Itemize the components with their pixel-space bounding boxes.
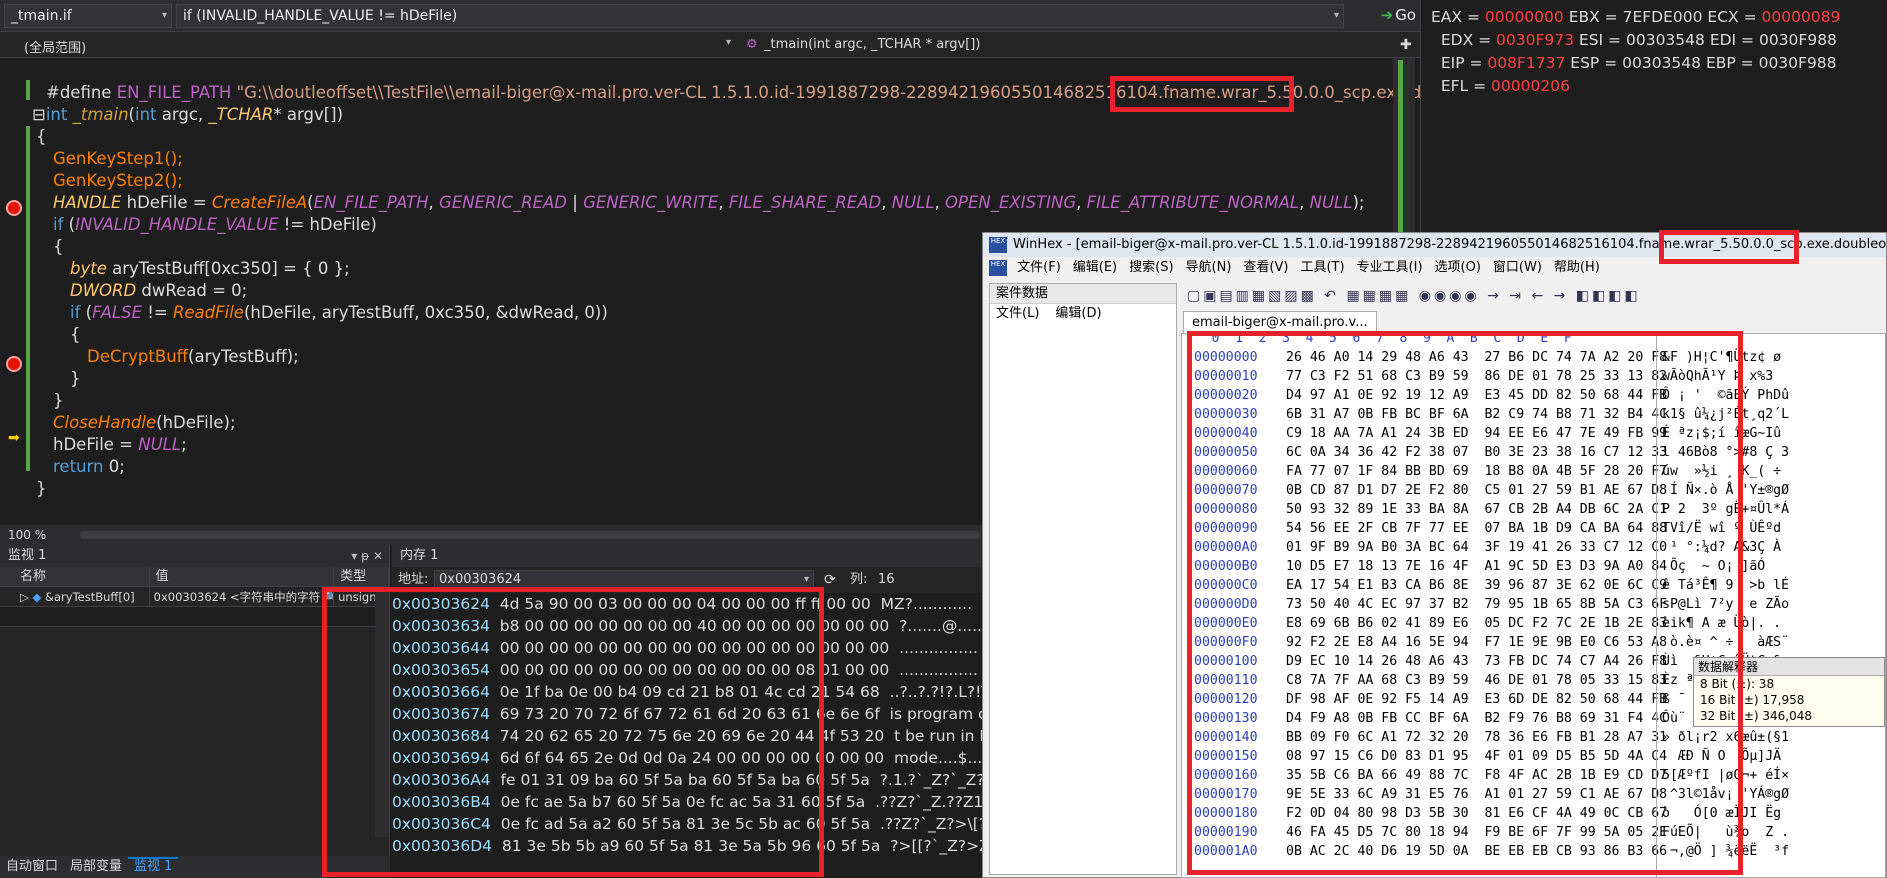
file-combo[interactable]: _tmain.if ▾ bbox=[4, 4, 172, 28]
change-marker bbox=[26, 126, 30, 471]
scope-combo[interactable]: (全局范围) bbox=[24, 37, 86, 56]
function-icon: ⚙ bbox=[746, 37, 758, 52]
highlight-box bbox=[322, 587, 824, 877]
register-line: EAX = 00000000 EBX = 7EFDE000 ECX = 0000… bbox=[1431, 8, 1841, 26]
go-arrow-icon: ➜ bbox=[1380, 6, 1394, 24]
chevron-down-icon: ▾ bbox=[1333, 10, 1339, 21]
address-value: 0x00303624 bbox=[439, 572, 522, 587]
code-line: { bbox=[36, 127, 47, 146]
winhex-logo-icon: HEX bbox=[989, 237, 1007, 253]
breakpoint-gutter[interactable]: ➡ bbox=[0, 58, 26, 518]
highlight-box bbox=[1659, 230, 1799, 264]
highlight-box bbox=[1110, 76, 1294, 112]
code-line-main: ⊟int _tmain(int argc, _TCHAR* argv[]) bbox=[32, 105, 344, 124]
code-line: { bbox=[53, 237, 64, 256]
winhex-menu-item[interactable]: 专业工具(I) bbox=[1357, 260, 1423, 275]
columns-value[interactable]: 16 bbox=[878, 567, 895, 593]
winhex-menu-item[interactable]: 选项(O) bbox=[1435, 260, 1481, 275]
code-line: DeCryptBuff(aryTestBuff); bbox=[87, 347, 299, 366]
memory-title: 内存 1 bbox=[400, 548, 439, 563]
watch-title-bar: 监视 1 ▾ ᵽ ✕ bbox=[0, 545, 389, 567]
winhex-menu-item[interactable]: 查看(V) bbox=[1243, 260, 1288, 275]
winhex-menu-item[interactable]: 工具(T) bbox=[1300, 260, 1344, 275]
memory-title-bar: 内存 1 bbox=[392, 545, 1012, 567]
case-data-pane: 案件数据 文件(L) 编辑(D) bbox=[989, 283, 1177, 875]
winhex-menu-item[interactable]: 搜索(S) bbox=[1129, 260, 1173, 275]
editor-scope-bar: (全局范围) ▾ ⚙ _tmain(int argc, _TCHAR * arg… bbox=[0, 32, 1420, 58]
code-line: DWORD dwRead = 0; bbox=[70, 281, 248, 300]
case-data-menu: 文件(L) 编辑(D) bbox=[990, 304, 1176, 324]
address-label: 地址: bbox=[398, 572, 429, 587]
tab-watch1[interactable]: 监视 1 bbox=[128, 857, 179, 874]
register-line: EIP = 008F1737 ESP = 00303548 EBP = 0030… bbox=[1431, 54, 1837, 72]
variable-icon: ◆ bbox=[32, 590, 42, 604]
chevron-down-icon: ▾ bbox=[726, 37, 732, 48]
code-line: hDeFile = NULL; bbox=[53, 435, 187, 454]
code-line: byte aryTestBuff[0xc350] = { 0 }; bbox=[70, 259, 350, 278]
case-menu-file[interactable]: 文件(L) bbox=[996, 306, 1039, 321]
col-name[interactable]: 名称 bbox=[0, 567, 150, 586]
memory-row-ascii: ................ bbox=[899, 661, 978, 679]
tab-autos[interactable]: 自动窗口 bbox=[0, 859, 64, 874]
winhex-menu-item[interactable]: 导航(N) bbox=[1186, 260, 1232, 275]
code-line-readfile: if (FALSE != ReadFile(hDeFile, aryTestBu… bbox=[70, 303, 608, 322]
code-line: GenKeyStep1(); bbox=[53, 149, 183, 168]
editor-nav-bar: _tmain.if ▾ if (INVALID_HANDLE_VALUE != … bbox=[0, 0, 1420, 32]
memory-row-ascii: MZ?............ bbox=[880, 595, 973, 613]
context-combo[interactable]: if (INVALID_HANDLE_VALUE != hDeFile) ▾ bbox=[176, 4, 1344, 28]
code-line: } bbox=[53, 391, 64, 410]
watch-row-name: ▷ ◆ &aryTestBuff[0] bbox=[0, 587, 150, 606]
columns-label: 列: bbox=[850, 572, 868, 587]
zoom-level[interactable]: 100 % bbox=[8, 528, 46, 542]
code-line-if: if (INVALID_HANDLE_VALUE != hDeFile) bbox=[53, 215, 377, 234]
code-line: GenKeyStep2(); bbox=[53, 171, 183, 190]
expand-icon[interactable]: ▷ bbox=[20, 590, 29, 604]
memory-row-ascii: ?.......@....... bbox=[899, 617, 992, 635]
context-combo-value: if (INVALID_HANDLE_VALUE != hDeFile) bbox=[183, 8, 458, 24]
code-line-createfile: HANDLE hDeFile = CreateFileA(EN_FILE_PAT… bbox=[53, 193, 1365, 212]
col-value[interactable]: 值 bbox=[150, 567, 335, 586]
refresh-icon[interactable]: ⟳ bbox=[824, 567, 836, 593]
code-line: CloseHandle(hDeFile); bbox=[53, 413, 236, 432]
col-type[interactable]: 类型 bbox=[334, 567, 389, 586]
code-line: return 0; bbox=[53, 457, 125, 476]
register-line: EFL = 00000206 bbox=[1431, 77, 1570, 95]
memory-row-ascii: ................ bbox=[899, 639, 978, 657]
winhex-menu-item[interactable]: 文件(F) bbox=[1017, 260, 1061, 275]
winhex-menu-item[interactable]: 帮助(H) bbox=[1554, 260, 1600, 275]
go-button[interactable]: ➜ Go bbox=[1381, 4, 1416, 28]
code-line: } bbox=[70, 369, 81, 388]
go-label: Go bbox=[1395, 6, 1416, 24]
current-line-arrow-icon: ➡ bbox=[8, 430, 20, 446]
case-menu-edit[interactable]: 编辑(D) bbox=[1055, 306, 1101, 321]
case-data-title: 案件数据 bbox=[990, 284, 1176, 304]
chevron-down-icon: ▾ bbox=[161, 10, 167, 21]
tab-locals[interactable]: 局部变量 bbox=[64, 859, 128, 874]
change-marker bbox=[26, 80, 30, 100]
code-line: { bbox=[70, 325, 81, 344]
watch-row-value: 0x00303624 <字符串中的字符 🔍 bbox=[150, 587, 335, 606]
breakpoint-icon[interactable] bbox=[6, 200, 22, 216]
winhex-menu-logo-icon: HEX bbox=[989, 259, 1007, 276]
winhex-toolbar[interactable]: ▢▣▤▥▦▧▨▩ ↶ ▦▦▦▦ ◉◉◉◉ → ⇥ ← → ◧◧◧◧ bbox=[1181, 283, 1886, 309]
watch-title: 监视 1 bbox=[8, 548, 47, 563]
pin-close-icons[interactable]: ▾ ᵽ ✕ bbox=[351, 545, 383, 567]
winhex-menu-item[interactable]: 编辑(E) bbox=[1073, 260, 1117, 275]
code-line-define: #define EN_FILE_PATH "G:\\doutleoffset\\… bbox=[46, 83, 1522, 102]
file-combo-value: _tmain.if bbox=[11, 8, 72, 24]
registers-panel: EAX = 00000000 EBX = 7EFDE000 ECX = 0000… bbox=[1420, 0, 1887, 240]
winhex-menu-item[interactable]: 窗口(W) bbox=[1493, 260, 1542, 275]
split-icon[interactable]: ✚ bbox=[1400, 37, 1412, 53]
editor-horizontal-scrollbar[interactable] bbox=[80, 531, 980, 539]
watch-header: 名称 值 类型 bbox=[0, 567, 389, 587]
highlight-box bbox=[1187, 331, 1743, 875]
code-line: } bbox=[36, 479, 47, 498]
breakpoint-icon[interactable] bbox=[6, 356, 22, 372]
zoom-bar: 100 % bbox=[0, 525, 1060, 545]
register-line: EDX = 0030F973 ESI = 00303548 EDI = 0030… bbox=[1431, 31, 1837, 49]
file-tab[interactable]: email-biger@x-mail.pro.v... bbox=[1183, 311, 1377, 333]
function-combo[interactable]: _tmain(int argc, _TCHAR * argv[]) bbox=[764, 37, 980, 52]
